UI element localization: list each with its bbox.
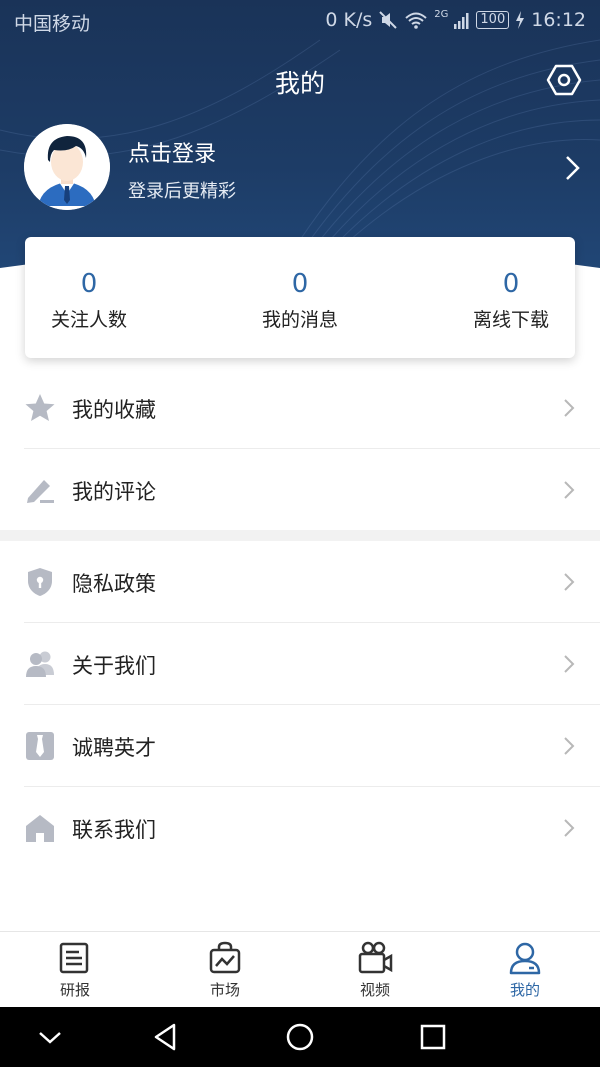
signal-icon: [454, 13, 469, 29]
star-icon: [25, 394, 55, 421]
user-avatar-icon[interactable]: [24, 124, 110, 210]
menu-item-label: 联系我们: [72, 818, 156, 842]
chevron-down-icon[interactable]: [34, 1021, 66, 1053]
tab-label: 研报: [59, 981, 90, 999]
network-speed: 0 K/s: [325, 9, 373, 31]
edit-pen-icon: [27, 480, 54, 503]
login-title: 点击登录: [128, 142, 217, 167]
carrier-name: 中国移动: [14, 13, 91, 35]
report-icon: [59, 942, 89, 974]
stat-label: 离线下载: [472, 309, 549, 331]
stat-value: 0: [80, 269, 98, 299]
tab-market[interactable]: 市场: [150, 932, 300, 1007]
stat-value: 0: [291, 269, 309, 299]
menu-item-label: 我的收藏: [72, 398, 156, 422]
chevron-right-icon: [564, 819, 575, 837]
users-icon: [26, 651, 54, 677]
tab-label: 市场: [209, 981, 240, 999]
chevron-right-icon: [564, 399, 575, 417]
network-type: 2G: [434, 8, 449, 20]
bottom-tab-bar: 研报 市场 视频 我的: [0, 931, 600, 1007]
chevron-right-icon: [564, 573, 575, 591]
chevron-right-icon: [564, 655, 575, 673]
login-profile-row[interactable]: 点击登录 登录后更精彩: [24, 124, 584, 214]
profile-icon: [509, 942, 541, 975]
menu-item-privacy[interactable]: 隐私政策: [24, 541, 600, 623]
stat-followers[interactable]: 0 关注人数: [51, 237, 127, 358]
charging-icon: [516, 11, 525, 29]
wifi-icon: [405, 12, 427, 29]
section-divider: [0, 530, 600, 541]
status-icons: 0 K/s 2G 100 16:12: [325, 8, 586, 32]
menu-item-comments[interactable]: 我的评论: [24, 449, 600, 531]
stat-offline-downloads[interactable]: 0 离线下载: [473, 237, 549, 358]
menu-item-label: 隐私政策: [72, 572, 156, 596]
menu-group-personal: 我的收藏 我的评论: [0, 367, 600, 531]
status-bar: 中国移动 0 K/s 2G 100 16:12: [0, 0, 600, 42]
recents-square-icon[interactable]: [417, 1021, 449, 1053]
menu-item-label: 诚聘英才: [72, 736, 156, 760]
menu-item-favorites[interactable]: 我的收藏: [24, 367, 600, 449]
tab-video[interactable]: 视频: [300, 932, 450, 1007]
stat-label: 我的消息: [261, 309, 338, 331]
chevron-right-icon: [566, 156, 580, 180]
login-subtitle: 登录后更精彩: [128, 181, 236, 202]
market-bag-icon: [209, 941, 241, 974]
stats-card: 0 关注人数 0 我的消息 0 离线下载: [25, 237, 575, 358]
page-title: 我的: [274, 69, 325, 98]
tab-label: 我的: [509, 981, 540, 999]
stat-label: 关注人数: [51, 309, 128, 331]
chevron-right-icon: [564, 481, 575, 499]
stat-value: 0: [502, 269, 520, 299]
system-navigation-bar: [0, 1007, 600, 1067]
menu-item-label: 我的评论: [72, 480, 156, 504]
menu-item-label: 关于我们: [72, 654, 156, 678]
home-circle-icon[interactable]: [284, 1021, 316, 1053]
mute-icon: [379, 11, 397, 29]
back-triangle-icon[interactable]: [150, 1021, 182, 1053]
menu-item-contact[interactable]: 联系我们: [24, 787, 600, 869]
settings-button[interactable]: [546, 62, 582, 98]
tab-profile[interactable]: 我的: [450, 932, 600, 1007]
chevron-right-icon: [564, 737, 575, 755]
tab-label: 视频: [359, 981, 390, 999]
menu-item-careers[interactable]: 诚聘英才: [24, 705, 600, 787]
clock: 16:12: [531, 9, 586, 31]
settings-hexagon-icon: [546, 64, 582, 96]
stat-messages[interactable]: 0 我的消息: [262, 237, 338, 358]
menu-item-about[interactable]: 关于我们: [24, 623, 600, 705]
menu-group-info: 隐私政策 关于我们 诚聘英才 联系我们: [0, 541, 600, 869]
tie-icon: [26, 732, 54, 760]
home-icon: [26, 815, 54, 842]
shield-icon: [28, 568, 52, 596]
battery-indicator: 100: [476, 11, 510, 29]
video-camera-icon: [358, 941, 393, 974]
tab-reports[interactable]: 研报: [0, 932, 150, 1007]
